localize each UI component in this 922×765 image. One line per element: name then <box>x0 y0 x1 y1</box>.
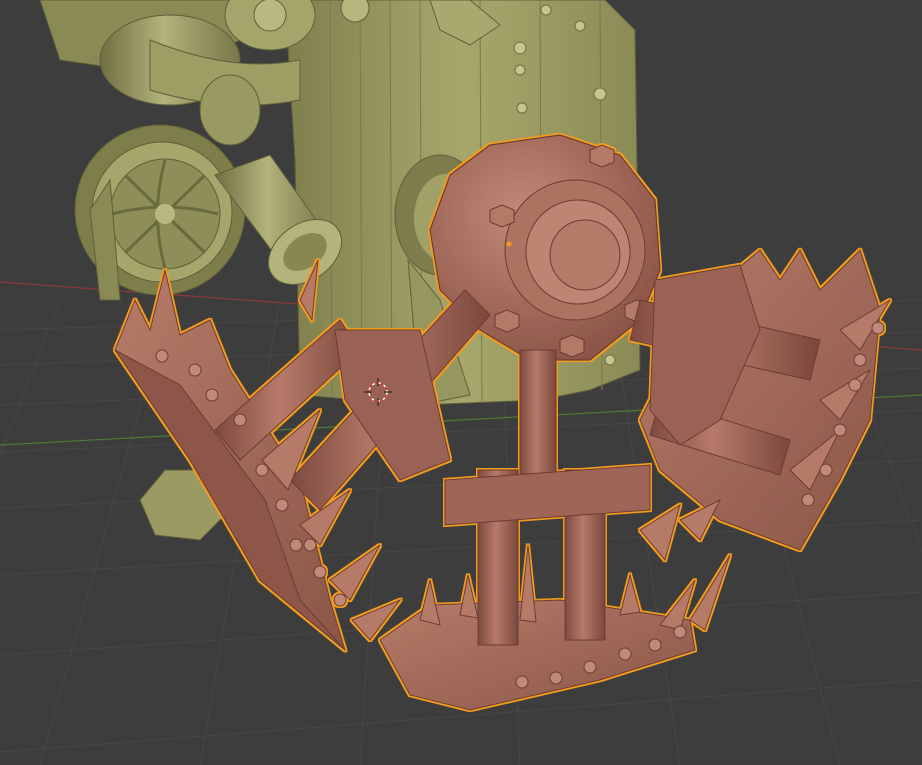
viewport-canvas[interactable] <box>0 0 922 765</box>
3d-viewport[interactable] <box>0 0 922 765</box>
origin-dot <box>506 241 512 247</box>
